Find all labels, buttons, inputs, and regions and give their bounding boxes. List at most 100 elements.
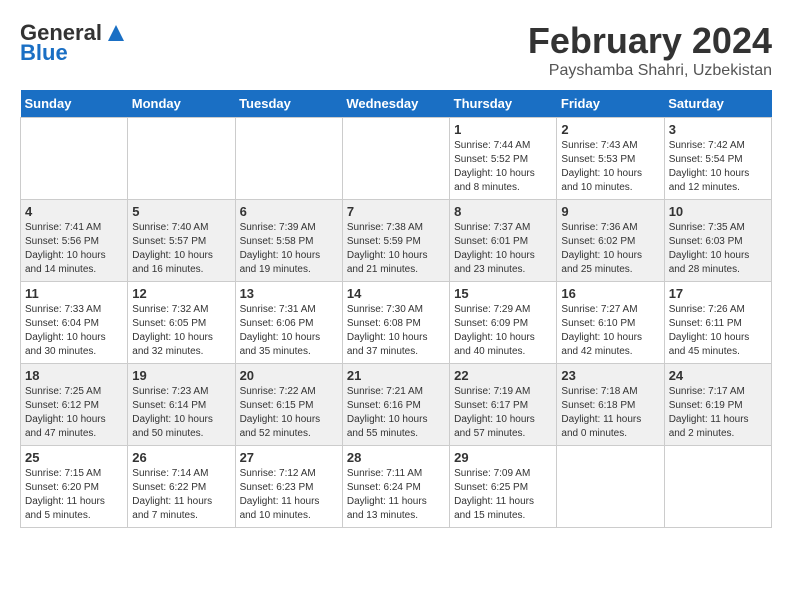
day-info: Sunrise: 7:41 AM Sunset: 5:56 PM Dayligh… (25, 221, 123, 277)
calendar-week-3: 11 Sunrise: 7:33 AM Sunset: 6:04 PM Dayli… (21, 282, 772, 364)
calendar-day-21: 21 Sunrise: 7:21 AM Sunset: 6:16 PM Dayli… (342, 364, 449, 446)
day-info: Sunrise: 7:09 AM Sunset: 6:25 PM Dayligh… (454, 467, 552, 523)
location-title: Payshamba Shahri, Uzbekistan (528, 62, 772, 80)
day-number: 18 (25, 368, 123, 383)
day-info: Sunrise: 7:14 AM Sunset: 6:22 PM Dayligh… (132, 467, 230, 523)
empty-cell (21, 118, 128, 200)
day-info: Sunrise: 7:31 AM Sunset: 6:06 PM Dayligh… (240, 303, 338, 359)
day-info: Sunrise: 7:36 AM Sunset: 6:02 PM Dayligh… (561, 221, 659, 277)
day-info: Sunrise: 7:26 AM Sunset: 6:11 PM Dayligh… (669, 303, 767, 359)
calendar-day-5: 5Sunrise: 7:40 AM Sunset: 5:57 PM Daylig… (128, 200, 235, 282)
calendar-day-23: 23Sunrise: 7:18 AM Sunset: 6:18 PM Dayli… (557, 364, 664, 446)
day-number: 24 (669, 368, 767, 383)
calendar-day-22: 22Sunrise: 7:19 AM Sunset: 6:17 PM Dayli… (450, 364, 557, 446)
calendar-day-17: 17 Sunrise: 7:26 AM Sunset: 6:11 PM Dayli… (664, 282, 771, 364)
day-info: Sunrise: 7:33 AM Sunset: 6:04 PM Dayligh… (25, 303, 123, 359)
day-header-friday: Friday (557, 90, 664, 118)
day-info: Sunrise: 7:32 AM Sunset: 6:05 PM Dayligh… (132, 303, 230, 359)
day-number: 6 (240, 204, 338, 219)
day-number: 12 (132, 286, 230, 301)
calendar-day-20: 20Sunrise: 7:22 AM Sunset: 6:15 PM Dayli… (235, 364, 342, 446)
day-number: 1 (454, 122, 552, 137)
day-number: 7 (347, 204, 445, 219)
day-number: 26 (132, 450, 230, 465)
day-info: Sunrise: 7:30 AM Sunset: 6:08 PM Dayligh… (347, 303, 445, 359)
logo-icon (106, 23, 126, 43)
calendar-day-18: 18 Sunrise: 7:25 AM Sunset: 6:12 PM Dayli… (21, 364, 128, 446)
day-number: 17 (669, 286, 767, 301)
day-number: 8 (454, 204, 552, 219)
day-header-tuesday: Tuesday (235, 90, 342, 118)
day-info: Sunrise: 7:12 AM Sunset: 6:23 PM Dayligh… (240, 467, 338, 523)
calendar-day-11: 11 Sunrise: 7:33 AM Sunset: 6:04 PM Dayli… (21, 282, 128, 364)
calendar-day-14: 14 Sunrise: 7:30 AM Sunset: 6:08 PM Dayli… (342, 282, 449, 364)
calendar-week-2: 4 Sunrise: 7:41 AM Sunset: 5:56 PM Daylig… (21, 200, 772, 282)
calendar-day-1: 1Sunrise: 7:44 AM Sunset: 5:52 PM Daylig… (450, 118, 557, 200)
day-number: 11 (25, 286, 123, 301)
empty-cell (557, 446, 664, 528)
calendar-day-10: 10 Sunrise: 7:35 AM Sunset: 6:03 PM Dayli… (664, 200, 771, 282)
calendar-day-15: 15Sunrise: 7:29 AM Sunset: 6:09 PM Dayli… (450, 282, 557, 364)
day-info: Sunrise: 7:37 AM Sunset: 6:01 PM Dayligh… (454, 221, 552, 277)
day-number: 19 (132, 368, 230, 383)
day-info: Sunrise: 7:38 AM Sunset: 5:59 PM Dayligh… (347, 221, 445, 277)
day-number: 14 (347, 286, 445, 301)
calendar-day-9: 9 Sunrise: 7:36 AM Sunset: 6:02 PM Daylig… (557, 200, 664, 282)
day-number: 27 (240, 450, 338, 465)
calendar-week-1: 1Sunrise: 7:44 AM Sunset: 5:52 PM Daylig… (21, 118, 772, 200)
calendar-day-25: 25 Sunrise: 7:15 AM Sunset: 6:20 PM Dayli… (21, 446, 128, 528)
day-number: 25 (25, 450, 123, 465)
calendar-day-19: 19 Sunrise: 7:23 AM Sunset: 6:14 PM Dayli… (128, 364, 235, 446)
calendar-table: SundayMondayTuesdayWednesdayThursdayFrid… (20, 90, 772, 528)
day-number: 29 (454, 450, 552, 465)
day-info: Sunrise: 7:40 AM Sunset: 5:57 PM Dayligh… (132, 221, 230, 277)
day-header-monday: Monday (128, 90, 235, 118)
day-number: 21 (347, 368, 445, 383)
calendar-day-3: 3 Sunrise: 7:42 AM Sunset: 5:54 PM Daylig… (664, 118, 771, 200)
empty-cell (342, 118, 449, 200)
calendar-day-29: 29 Sunrise: 7:09 AM Sunset: 6:25 PM Dayli… (450, 446, 557, 528)
day-number: 23 (561, 368, 659, 383)
calendar-day-24: 24 Sunrise: 7:17 AM Sunset: 6:19 PM Dayli… (664, 364, 771, 446)
logo: General Blue (20, 20, 126, 66)
day-header-wednesday: Wednesday (342, 90, 449, 118)
day-info: Sunrise: 7:42 AM Sunset: 5:54 PM Dayligh… (669, 139, 767, 195)
day-info: Sunrise: 7:22 AM Sunset: 6:15 PM Dayligh… (240, 385, 338, 441)
day-number: 2 (561, 122, 659, 137)
day-info: Sunrise: 7:23 AM Sunset: 6:14 PM Dayligh… (132, 385, 230, 441)
empty-cell (128, 118, 235, 200)
calendar-day-8: 8 Sunrise: 7:37 AM Sunset: 6:01 PM Daylig… (450, 200, 557, 282)
day-info: Sunrise: 7:11 AM Sunset: 6:24 PM Dayligh… (347, 467, 445, 523)
calendar-week-4: 18 Sunrise: 7:25 AM Sunset: 6:12 PM Dayli… (21, 364, 772, 446)
day-number: 4 (25, 204, 123, 219)
day-info: Sunrise: 7:25 AM Sunset: 6:12 PM Dayligh… (25, 385, 123, 441)
day-number: 15 (454, 286, 552, 301)
empty-cell (235, 118, 342, 200)
day-header-saturday: Saturday (664, 90, 771, 118)
day-header-thursday: Thursday (450, 90, 557, 118)
day-info: Sunrise: 7:21 AM Sunset: 6:16 PM Dayligh… (347, 385, 445, 441)
day-number: 3 (669, 122, 767, 137)
calendar-week-5: 25 Sunrise: 7:15 AM Sunset: 6:20 PM Dayli… (21, 446, 772, 528)
day-number: 28 (347, 450, 445, 465)
calendar-header-row: SundayMondayTuesdayWednesdayThursdayFrid… (21, 90, 772, 118)
calendar-day-6: 6 Sunrise: 7:39 AM Sunset: 5:58 PM Daylig… (235, 200, 342, 282)
day-number: 10 (669, 204, 767, 219)
day-info: Sunrise: 7:15 AM Sunset: 6:20 PM Dayligh… (25, 467, 123, 523)
day-number: 22 (454, 368, 552, 383)
empty-cell (664, 446, 771, 528)
day-header-sunday: Sunday (21, 90, 128, 118)
day-number: 9 (561, 204, 659, 219)
day-number: 16 (561, 286, 659, 301)
month-title: February 2024 (528, 20, 772, 62)
day-info: Sunrise: 7:39 AM Sunset: 5:58 PM Dayligh… (240, 221, 338, 277)
page-header: General Blue February 2024 Payshamba Sha… (20, 20, 772, 80)
day-info: Sunrise: 7:27 AM Sunset: 6:10 PM Dayligh… (561, 303, 659, 359)
calendar-day-16: 16 Sunrise: 7:27 AM Sunset: 6:10 PM Dayli… (557, 282, 664, 364)
day-info: Sunrise: 7:17 AM Sunset: 6:19 PM Dayligh… (669, 385, 767, 441)
title-block: February 2024 Payshamba Shahri, Uzbekist… (528, 20, 772, 80)
calendar-day-13: 13Sunrise: 7:31 AM Sunset: 6:06 PM Dayli… (235, 282, 342, 364)
day-info: Sunrise: 7:35 AM Sunset: 6:03 PM Dayligh… (669, 221, 767, 277)
calendar-day-12: 12 Sunrise: 7:32 AM Sunset: 6:05 PM Dayli… (128, 282, 235, 364)
calendar-day-28: 28 Sunrise: 7:11 AM Sunset: 6:24 PM Dayli… (342, 446, 449, 528)
